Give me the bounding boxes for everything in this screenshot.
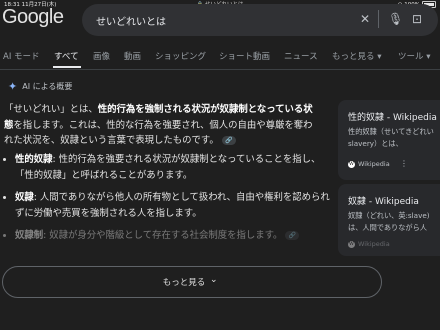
card-source: W Wikipedia	[348, 240, 390, 248]
show-more-button[interactable]: もっと見る ⌄	[2, 266, 382, 298]
tab-images[interactable]: 画像	[93, 50, 110, 62]
ai-overview-header: ✦ AI による概要	[8, 80, 73, 93]
card-source: W Wikipedia	[348, 160, 390, 168]
search-divider	[378, 10, 379, 28]
card-description: 性的奴隷（せいてきどれい slavery）とは、	[348, 127, 434, 148]
list-item: 性的奴隷: 性的行為を強要される状況が奴隷制となっていることを指し、「性的奴隷」…	[15, 152, 331, 183]
card-description: 奴隷（どれい、英:slave) は、人間でありながら人	[348, 211, 430, 232]
source-card[interactable]: 奴隷 - Wikipedia 奴隷（どれい、英:slave) は、人間でありながら…	[338, 184, 440, 256]
link-icon[interactable]: 🔗	[285, 231, 300, 240]
clear-icon[interactable]: ✕	[360, 12, 370, 26]
tab-all[interactable]: すべて	[54, 50, 79, 62]
tab-short-videos[interactable]: ショート動画	[219, 50, 270, 62]
search-tabs: AI モード すべて 画像 動画 ショッピング ショート動画 ニュース もっと見…	[0, 50, 440, 68]
google-logo[interactable]: Google	[2, 6, 64, 29]
tab-ai-mode[interactable]: AI モード	[3, 50, 40, 62]
tab-shopping[interactable]: ショッピング	[155, 50, 206, 62]
tabs-divider	[0, 69, 440, 70]
search-input[interactable]: せいどれいとは	[96, 13, 166, 28]
list-item: 奴隷: 人間でありながら他人の所有物として扱われ、自由や権利を認められずに労働や…	[15, 190, 331, 221]
lens-icon[interactable]: ⊡	[412, 12, 422, 26]
source-card[interactable]: 性的奴隷 - Wikipedia 性的奴隷（せいてきどれい slavery）とは、…	[338, 100, 440, 180]
link-icon[interactable]: 🔗	[221, 136, 236, 145]
more-options-icon[interactable]: ⋮	[400, 159, 408, 168]
chevron-down-icon: ⌄	[210, 275, 218, 285]
tab-tools[interactable]: ツール ▾	[398, 50, 430, 62]
show-more-label: もっと見る	[162, 278, 206, 288]
tab-more[interactable]: もっと見る ▾	[332, 50, 381, 62]
search-box[interactable]: せいどれいとは ✕ 🎙 ⊡	[82, 4, 438, 36]
tab-videos[interactable]: 動画	[124, 50, 141, 62]
list-item: 奴隷制: 奴隷が身分や階級として存在する社会制度を指します。🔗	[15, 228, 331, 244]
ai-overview-bullets: 性的奴隷: 性的行為を強要される状況が奴隷制となっていることを指し、「性的奴隷」…	[0, 152, 331, 251]
sparkle-icon: ✦	[8, 80, 18, 93]
active-tab-indicator	[53, 66, 81, 68]
mic-icon[interactable]: 🎙	[388, 12, 403, 26]
tab-news[interactable]: ニュース	[284, 50, 318, 62]
card-title[interactable]: 性的奴隷 - Wikipedia	[348, 110, 437, 123]
ai-overview-text: 「せいどれい」とは、性的行為を強制される状況が奴隷制となっている状態を指します。…	[4, 104, 313, 146]
wikipedia-icon: W	[348, 160, 355, 168]
card-title[interactable]: 奴隷 - Wikipedia	[348, 194, 419, 207]
wikipedia-icon: W	[348, 240, 355, 248]
